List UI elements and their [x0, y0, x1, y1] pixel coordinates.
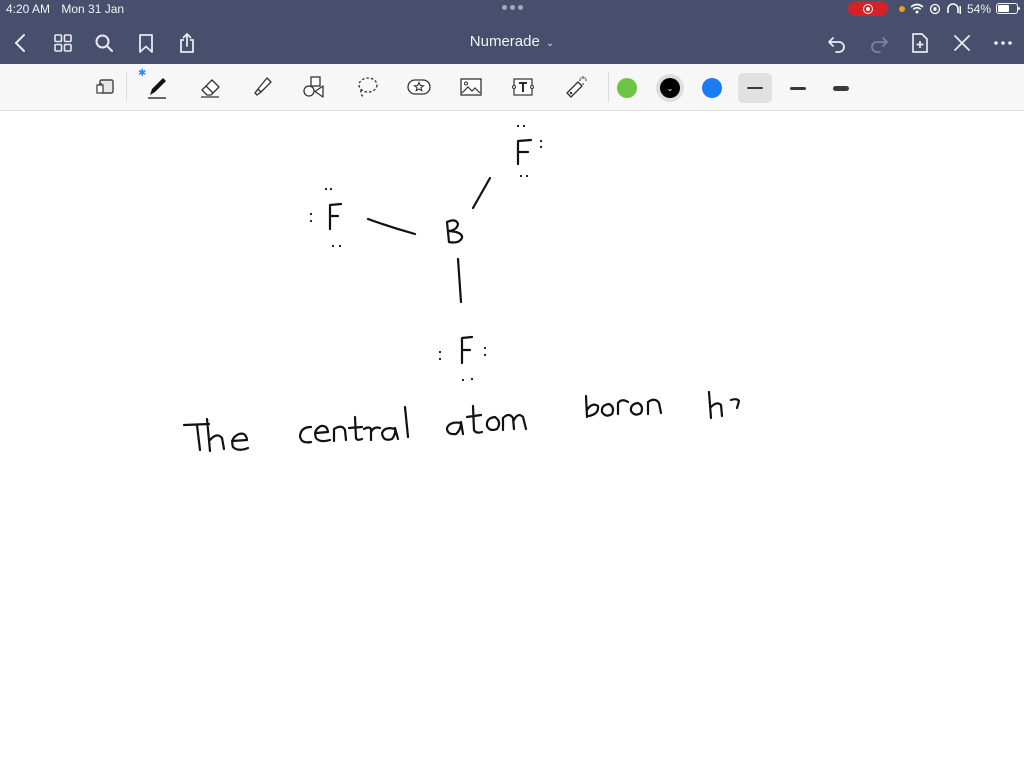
lasso-icon — [358, 77, 378, 98]
bond-b-f-bottom — [456, 257, 463, 304]
orientation-lock-icon — [929, 3, 941, 14]
microphone-indicator-icon — [898, 5, 905, 12]
read-only-mode-icon — [96, 79, 114, 94]
drawing-toolbar: ✱ — [0, 64, 1024, 111]
multitasking-handle[interactable] — [502, 5, 523, 10]
chevron-down-icon: ⌄ — [660, 78, 680, 98]
highlighter-icon — [254, 77, 272, 96]
pen-icon — [148, 78, 166, 99]
handwriting-layer — [182, 124, 741, 453]
status-time: 4:20 AM — [6, 2, 51, 16]
status-bar-left: 4:20 AM Mon 31 Jan — [6, 2, 132, 16]
text-box-icon — [512, 78, 534, 96]
battery-icon — [996, 3, 1020, 14]
sticker-tool[interactable] — [403, 71, 435, 103]
wifi-icon — [910, 3, 924, 14]
image-icon — [460, 78, 482, 96]
redo-button[interactable] — [866, 30, 892, 56]
navigation-bar: Numerade ⌄ — [0, 28, 1024, 58]
document-title-text: Numerade — [469, 33, 540, 50]
lasso-tool[interactable] — [351, 71, 383, 103]
undo-button[interactable] — [824, 30, 850, 56]
headphones-icon — [947, 2, 961, 14]
laser-pointer-tool[interactable] — [560, 71, 592, 103]
fluorine-atom-bottom — [438, 335, 487, 382]
stroke-width-medium[interactable] — [781, 73, 815, 103]
color-swatch-blue[interactable] — [702, 78, 722, 98]
more-button[interactable] — [990, 30, 1016, 56]
shapes-tool[interactable] — [298, 71, 330, 103]
status-date: Mon 31 Jan — [61, 2, 125, 16]
toolbar-divider — [608, 72, 609, 102]
color-swatch-green[interactable] — [617, 78, 637, 98]
status-bar-right: 54% — [847, 1, 1020, 16]
add-page-button[interactable] — [907, 30, 933, 56]
text-box-tool[interactable] — [507, 71, 539, 103]
pen-tool[interactable] — [141, 71, 173, 103]
shapes-icon — [303, 76, 324, 98]
record-icon — [862, 3, 873, 14]
toolbar-divider — [126, 72, 127, 102]
close-icon — [954, 35, 970, 51]
boron-atom — [445, 219, 464, 244]
eraser-icon — [201, 79, 220, 98]
undo-icon — [828, 37, 845, 53]
color-swatch-black[interactable]: ⌄ — [656, 74, 684, 102]
image-tool[interactable] — [455, 71, 487, 103]
chevron-down-icon: ⌄ — [545, 38, 555, 49]
fluorine-atom-left — [309, 187, 343, 248]
laser-pointer-icon — [566, 76, 587, 98]
close-pen-button[interactable] — [949, 30, 975, 56]
fluorine-atom-top-right — [516, 124, 543, 178]
handwritten-sentence — [182, 390, 741, 453]
stroke-width-thick[interactable] — [824, 73, 858, 103]
add-page-icon — [912, 33, 928, 53]
eraser-tool[interactable] — [194, 71, 226, 103]
bond-b-f-top-right — [471, 176, 492, 210]
note-canvas[interactable]: The central atom boron h — [0, 111, 1024, 768]
bond-b-f-left — [366, 217, 417, 236]
highlighter-tool[interactable] — [246, 71, 278, 103]
battery-percent: 54% — [966, 1, 991, 16]
stroke-width-thin[interactable] — [738, 73, 772, 103]
screen-recording-indicator[interactable] — [847, 1, 888, 16]
sticker-icon — [407, 79, 431, 95]
top-bar: 4:20 AM Mon 31 Jan 54% Numerade ⌄ — [0, 0, 1024, 64]
redo-icon — [871, 37, 888, 53]
more-icon — [994, 41, 1012, 45]
read-only-mode-button[interactable] — [89, 71, 121, 103]
